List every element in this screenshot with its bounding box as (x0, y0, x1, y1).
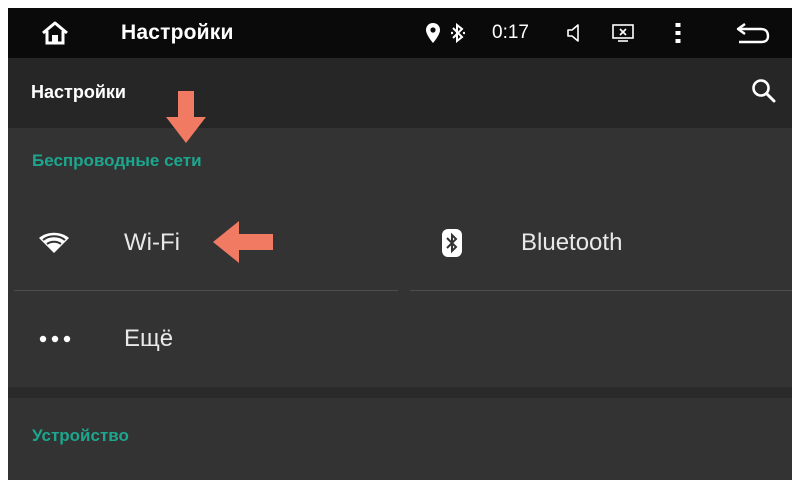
more-vertical-icon (675, 23, 681, 43)
annotation-arrow-left-icon (213, 221, 273, 263)
bluetooth-status-icon (449, 8, 467, 58)
clock: 0:17 (492, 22, 529, 43)
settings-item-bluetooth[interactable]: Bluetooth (411, 200, 792, 286)
more-label: Ещё (124, 325, 174, 352)
section-separator (8, 387, 792, 398)
bluetooth-label: Bluetooth (521, 229, 623, 256)
more-horizontal-icon (38, 296, 72, 382)
back-button[interactable] (733, 8, 773, 58)
divider (14, 290, 398, 291)
home-button[interactable] (38, 8, 72, 58)
action-bar: Настройки (8, 58, 792, 128)
status-bar-title: Настройки (121, 21, 234, 44)
settings-item-more[interactable]: Ещё (8, 296, 792, 382)
divider (410, 290, 792, 291)
overflow-menu-button[interactable] (670, 8, 686, 58)
page-title: Настройки (31, 82, 126, 102)
screen-off-icon (612, 24, 634, 42)
search-icon (752, 79, 776, 103)
section-header-wireless: Беспроводные сети (32, 151, 202, 170)
screen-off-button[interactable] (610, 8, 636, 58)
bluetooth-icon (441, 200, 463, 286)
volume-icon (567, 24, 579, 42)
settings-item-wifi[interactable]: Wi-Fi (8, 200, 402, 286)
back-icon (736, 23, 770, 44)
section-header-device: Устройство (32, 426, 129, 445)
home-icon (42, 21, 68, 45)
volume-button[interactable] (563, 8, 585, 58)
location-pin-icon (425, 8, 441, 58)
wifi-icon (38, 200, 70, 286)
search-button[interactable] (750, 77, 778, 105)
settings-screen: Настройки 0:17 Настройки Беспроводные се… (8, 8, 792, 480)
wifi-label: Wi-Fi (124, 229, 180, 256)
annotation-arrow-down-icon (166, 91, 206, 143)
status-bar: Настройки 0:17 (8, 8, 792, 58)
